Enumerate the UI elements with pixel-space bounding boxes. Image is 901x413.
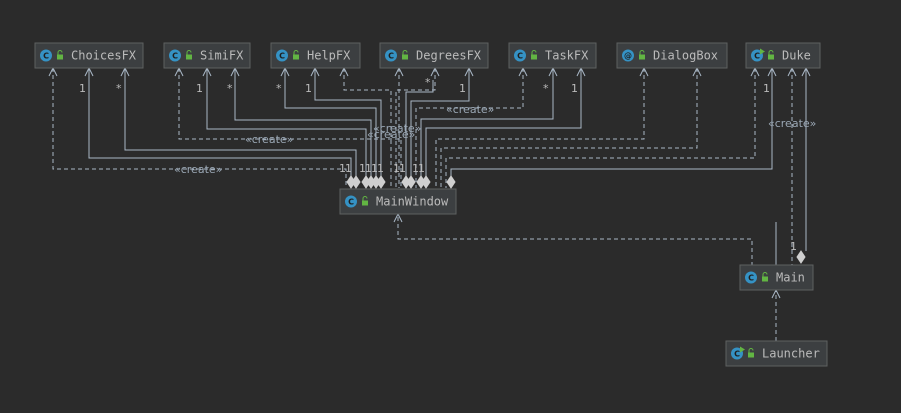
class-node-mainwindow[interactable]: C MainWindow (339, 188, 457, 215)
class-icon: C (276, 49, 288, 62)
class-name-label: DialogBox (653, 49, 718, 63)
composition-diamond (351, 175, 361, 189)
stereotype-create-5: «create» (446, 103, 494, 116)
mult-main-1: 1 (790, 240, 797, 253)
class-icon: C (40, 49, 52, 62)
annotation-icon: @ (622, 49, 634, 62)
composition-diamond (421, 175, 431, 189)
class-icon: C (345, 195, 357, 208)
class-node-simifx[interactable]: C SimiFX (163, 42, 251, 69)
composition-diamond (376, 175, 386, 189)
stereotype-create-4: «create» (367, 128, 415, 141)
class-node-main[interactable]: C Main (739, 264, 814, 291)
composition-diamond (406, 175, 416, 189)
composition-diamond (796, 250, 806, 264)
svg-text:C: C (388, 52, 394, 61)
mult-mainwindow-1b: 1 (345, 162, 352, 175)
mult-duke-1: 1 (763, 82, 770, 95)
mult-degreesfx-1: 1 (459, 82, 466, 95)
uml-class-diagram: 1 * 1 * * 1 * 1 * 1 1 1 1 1 1 1 1 1 1 1 … (34, 42, 828, 367)
class-node-launcher[interactable]: C Launcher (725, 340, 828, 367)
edge-duke-1 (450, 68, 773, 177)
class-node-helpfx[interactable]: C HelpFX (270, 42, 361, 69)
svg-text:C: C (279, 52, 285, 61)
class-name-label: ChoicesFX (71, 49, 137, 63)
stereotype-create-6: «create» (768, 117, 816, 130)
svg-text:C: C (734, 350, 740, 359)
svg-text:@: @ (624, 52, 632, 61)
edge-taskfx-many (420, 68, 554, 177)
class-icon: C (169, 49, 181, 62)
class-name-label: TaskFX (545, 49, 589, 63)
mult-degreesfx-many: * (425, 76, 431, 89)
class-node-taskfx[interactable]: C TaskFX (508, 42, 597, 69)
mult-mainwindow-1h: 1 (399, 162, 406, 175)
mult-simifx-many: * (227, 82, 233, 95)
class-name-label: MainWindow (376, 195, 449, 209)
class-node-choicesfx[interactable]: C ChoicesFX (34, 42, 144, 69)
edge-taskfx-1 (425, 68, 582, 177)
svg-text:C: C (348, 198, 354, 207)
mult-simifx-1: 1 (196, 82, 203, 95)
class-icon: C (745, 271, 757, 284)
edge-helpfx-many (284, 68, 377, 177)
svg-text:C: C (517, 52, 523, 61)
mult-mainwindow-1f: 1 (377, 162, 384, 175)
class-node-duke[interactable]: C Duke (745, 42, 821, 69)
mult-taskfx-many: * (543, 82, 549, 95)
class-name-label: Main (776, 271, 805, 285)
edge-labels: 1 * 1 * * 1 * 1 * 1 1 1 1 1 1 1 1 1 1 1 … (79, 76, 816, 253)
mult-mainwindow-1j: 1 (418, 162, 425, 175)
class-node-dialogbox[interactable]: @ DialogBox (616, 42, 728, 69)
svg-text:C: C (748, 274, 754, 283)
class-nodes: C ChoicesFX C SimiFX C HelpFX C DegreesFX C TaskF… (34, 42, 828, 367)
stereotype-create-1: «create» (245, 133, 293, 146)
mult-taskfx-1: 1 (571, 82, 578, 95)
stereotype-create-2: «create» (174, 163, 222, 176)
class-name-label: HelpFX (307, 49, 351, 63)
svg-text:C: C (43, 52, 49, 61)
mult-choicesfx-many: * (116, 82, 122, 95)
edge-main-mainwindow (397, 214, 753, 266)
mult-choicesfx-1: 1 (79, 82, 86, 95)
composition-diamond (446, 175, 456, 189)
class-icon: C (385, 49, 397, 62)
class-icon: C (514, 49, 526, 62)
class-name-label: SimiFX (200, 49, 244, 63)
mult-helpfx-many: * (276, 82, 282, 95)
svg-text:C: C (172, 52, 178, 61)
svg-text:C: C (754, 52, 760, 61)
class-node-degreesfx[interactable]: C DegreesFX (379, 42, 489, 69)
mult-helpfx-1: 1 (305, 82, 312, 95)
class-name-label: Duke (782, 49, 811, 63)
edge-choicesfx-many (124, 68, 357, 177)
class-name-label: DegreesFX (416, 49, 482, 63)
class-name-label: Launcher (762, 347, 820, 361)
